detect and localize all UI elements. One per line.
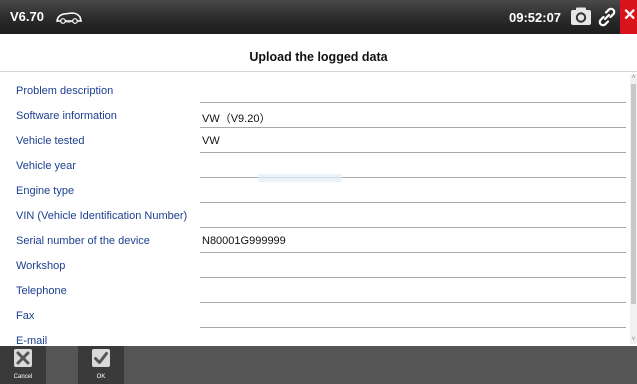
scroll-up-icon[interactable]: ˄ — [630, 74, 637, 82]
camera-icon[interactable] — [570, 6, 592, 28]
field-label: Engine type — [16, 185, 75, 197]
scroll-thumb[interactable] — [631, 84, 636, 304]
vehicle-tested-field[interactable]: VW — [202, 135, 220, 147]
close-button[interactable]: ✕ — [620, 0, 637, 34]
field-label: Vehicle tested — [16, 135, 85, 147]
field-label: Problem description — [16, 85, 114, 97]
field-label: Telephone — [16, 285, 67, 297]
scroll-down-icon[interactable]: ˅ — [630, 336, 637, 344]
app-version: V6.70 — [10, 9, 44, 24]
field-label: Fax — [16, 310, 35, 322]
ok-button[interactable]: OK — [82, 346, 120, 384]
field-label: Software information — [16, 110, 117, 122]
top-bar: V6.70 vw 09:52:07 ✕ — [0, 0, 637, 34]
row-serial-number[interactable]: Serial number of the device N80001G99999… — [0, 228, 628, 253]
field-label: Workshop — [16, 260, 66, 272]
vw-car-icon: vw — [55, 7, 83, 26]
cancel-icon — [14, 349, 32, 367]
vertical-scrollbar[interactable]: ˄ ˅ — [630, 74, 637, 344]
row-software-information[interactable]: Software information VW（V9.20） — [0, 103, 628, 128]
field-label: Serial number of the device — [16, 235, 150, 247]
link-icon[interactable] — [596, 6, 618, 28]
row-fax[interactable]: Fax — [0, 303, 628, 328]
serial-number-field[interactable]: N80001G999999 — [202, 235, 286, 247]
field-label: VIN (Vehicle Identification Number) — [16, 210, 188, 222]
checkmark-icon — [92, 349, 110, 367]
loading-overlay — [258, 174, 342, 182]
page-title: Upload the logged data — [249, 50, 388, 64]
cancel-button[interactable]: Cancel — [4, 346, 42, 384]
field-label: Vehicle year — [16, 160, 76, 172]
title-divider — [0, 71, 637, 72]
software-information-field[interactable]: VW（V9.20） — [202, 110, 270, 126]
bottom-toolbar: Cancel OK — [0, 346, 637, 384]
row-telephone[interactable]: Telephone — [0, 278, 628, 303]
ok-label: OK — [96, 374, 106, 380]
svg-text:vw: vw — [66, 19, 71, 24]
row-problem-description[interactable]: Problem description — [0, 78, 628, 103]
row-vehicle-tested[interactable]: Vehicle tested VW — [0, 128, 628, 153]
row-workshop[interactable]: Workshop — [0, 253, 628, 278]
clock: 09:52:07 — [509, 10, 562, 25]
close-icon: ✕ — [623, 7, 637, 24]
row-vin[interactable]: VIN (Vehicle Identification Number) — [0, 203, 628, 228]
cancel-label: Cancel — [13, 374, 33, 380]
